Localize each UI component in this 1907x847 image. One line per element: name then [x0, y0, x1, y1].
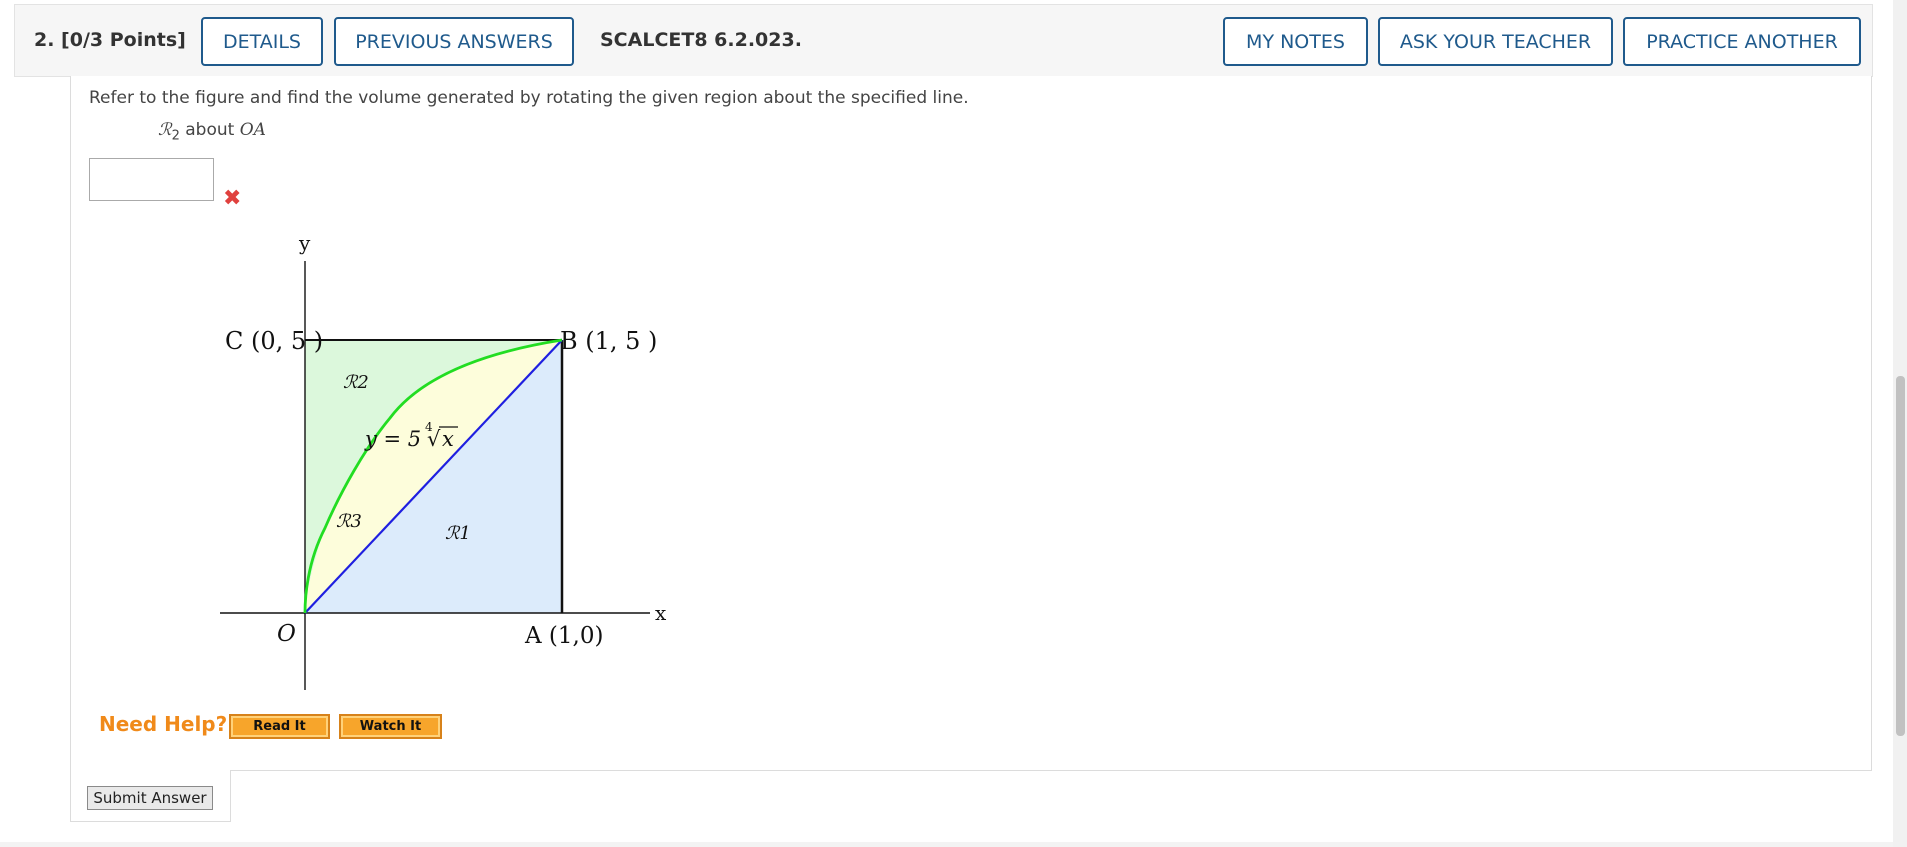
- submit-answer-button[interactable]: Submit Answer: [87, 786, 213, 810]
- question-code: SCALCET8 6.2.023.: [600, 29, 802, 51]
- question-prompt: Refer to the figure and find the volume …: [89, 88, 969, 108]
- curve-radical: √: [427, 427, 441, 451]
- x-axis-label: x: [655, 601, 667, 625]
- point-b-label: B (1, 5 ): [560, 327, 657, 355]
- watch-it-button[interactable]: Watch It: [339, 714, 442, 739]
- my-notes-button[interactable]: MY NOTES: [1223, 17, 1368, 66]
- previous-answers-button[interactable]: PREVIOUS ANSWERS: [334, 17, 574, 66]
- answer-input[interactable]: [89, 158, 214, 201]
- about-text: about: [185, 120, 235, 140]
- region-r1-label: ℛ1: [445, 523, 471, 544]
- region-r3-label: ℛ3: [336, 511, 362, 532]
- region-r2-label: ℛ2: [343, 372, 369, 393]
- y-axis-label: y: [298, 231, 311, 255]
- point-a-label: A (1,0): [524, 623, 603, 649]
- origin-label: O: [277, 621, 296, 647]
- region-subscript: 2: [171, 128, 180, 144]
- incorrect-icon: ✖: [223, 186, 242, 211]
- details-button[interactable]: DETAILS: [201, 17, 323, 66]
- question-subprompt: ℛ2 about OA: [158, 120, 266, 143]
- axis-line: OA: [239, 120, 266, 140]
- scrollbar-thumb[interactable]: [1896, 376, 1905, 736]
- region-figure: y x C (0, 5 ) B (1, 5 ) A (1,0) O ℛ2 ℛ3 …: [220, 231, 667, 690]
- read-it-button[interactable]: Read It: [229, 714, 330, 739]
- ask-your-teacher-button[interactable]: ASK YOUR TEACHER: [1378, 17, 1613, 66]
- curve-variable: x: [442, 427, 454, 451]
- point-c-label: C (0, 5 ): [225, 327, 323, 355]
- need-help-label: Need Help?: [99, 712, 228, 736]
- question-number: 2. [0/3 Points]: [34, 29, 186, 51]
- curve-equation-lhs: y = 5: [364, 427, 421, 451]
- page-bottom-strip: [0, 842, 1907, 847]
- region-symbol: ℛ: [158, 120, 172, 140]
- practice-another-button[interactable]: PRACTICE ANOTHER: [1623, 17, 1861, 66]
